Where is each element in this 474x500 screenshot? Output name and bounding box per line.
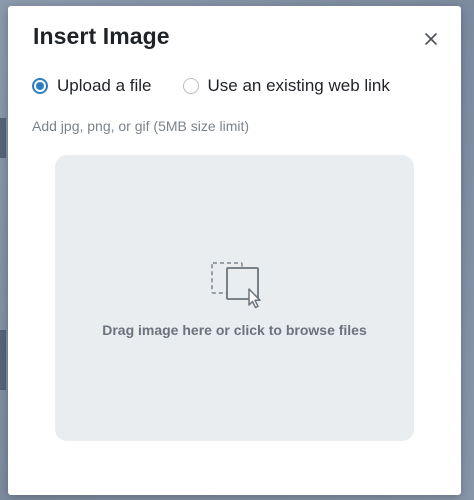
dialog-title: Insert Image bbox=[33, 23, 170, 49]
image-source-radio-group: Upload a file Use an existing web link bbox=[32, 76, 390, 96]
close-icon bbox=[425, 33, 437, 45]
upload-file-label[interactable]: Upload a file bbox=[57, 76, 152, 96]
web-link-label[interactable]: Use an existing web link bbox=[208, 76, 390, 96]
dropzone-label: Drag image here or click to browse files bbox=[102, 322, 367, 338]
file-type-hint: Add jpg, png, or gif (5MB size limit) bbox=[32, 118, 250, 134]
web-link-radio[interactable] bbox=[182, 78, 199, 94]
web-link-option[interactable]: Use an existing web link bbox=[182, 76, 390, 96]
close-button[interactable] bbox=[420, 28, 442, 50]
upload-file-radio[interactable] bbox=[32, 78, 48, 94]
image-dropzone[interactable]: Drag image here or click to browse files bbox=[55, 155, 414, 441]
backdrop-sidebar-hint bbox=[0, 330, 6, 390]
drag-drop-icon bbox=[211, 262, 261, 309]
backdrop-sidebar-hint bbox=[0, 118, 6, 158]
insert-image-dialog: Insert Image Upload a file Use an existi… bbox=[8, 6, 461, 495]
upload-file-option[interactable]: Upload a file bbox=[32, 76, 152, 96]
